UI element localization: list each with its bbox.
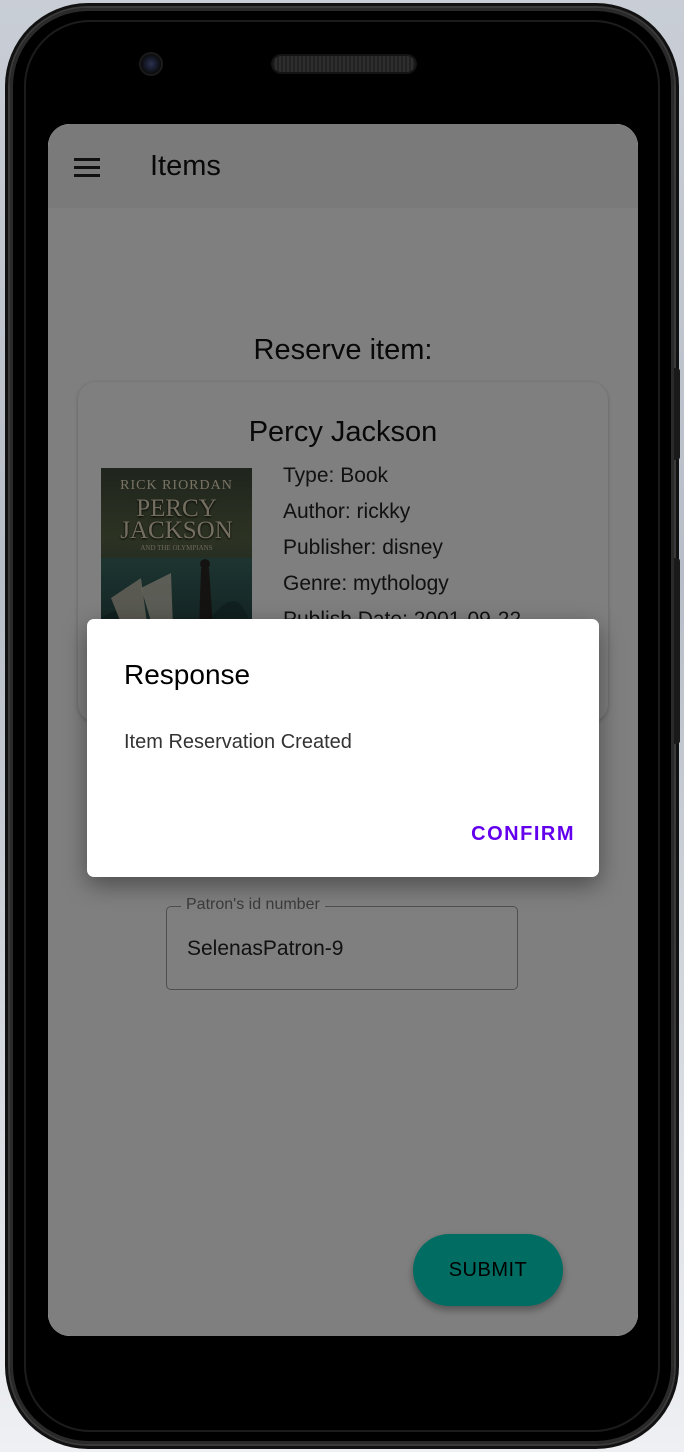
dialog-message: Item Reservation Created xyxy=(124,731,352,753)
power-button xyxy=(674,368,680,460)
volume-button xyxy=(674,558,680,744)
front-camera xyxy=(141,54,161,74)
confirm-button[interactable]: CONFIRM xyxy=(471,823,575,846)
dialog-title: Response xyxy=(124,659,251,690)
earpiece-speaker xyxy=(273,56,415,72)
phone-screen: Items Reserve item: Percy Jackson xyxy=(48,124,638,1336)
response-dialog: Response Item Reservation Created CONFIR… xyxy=(87,619,599,877)
